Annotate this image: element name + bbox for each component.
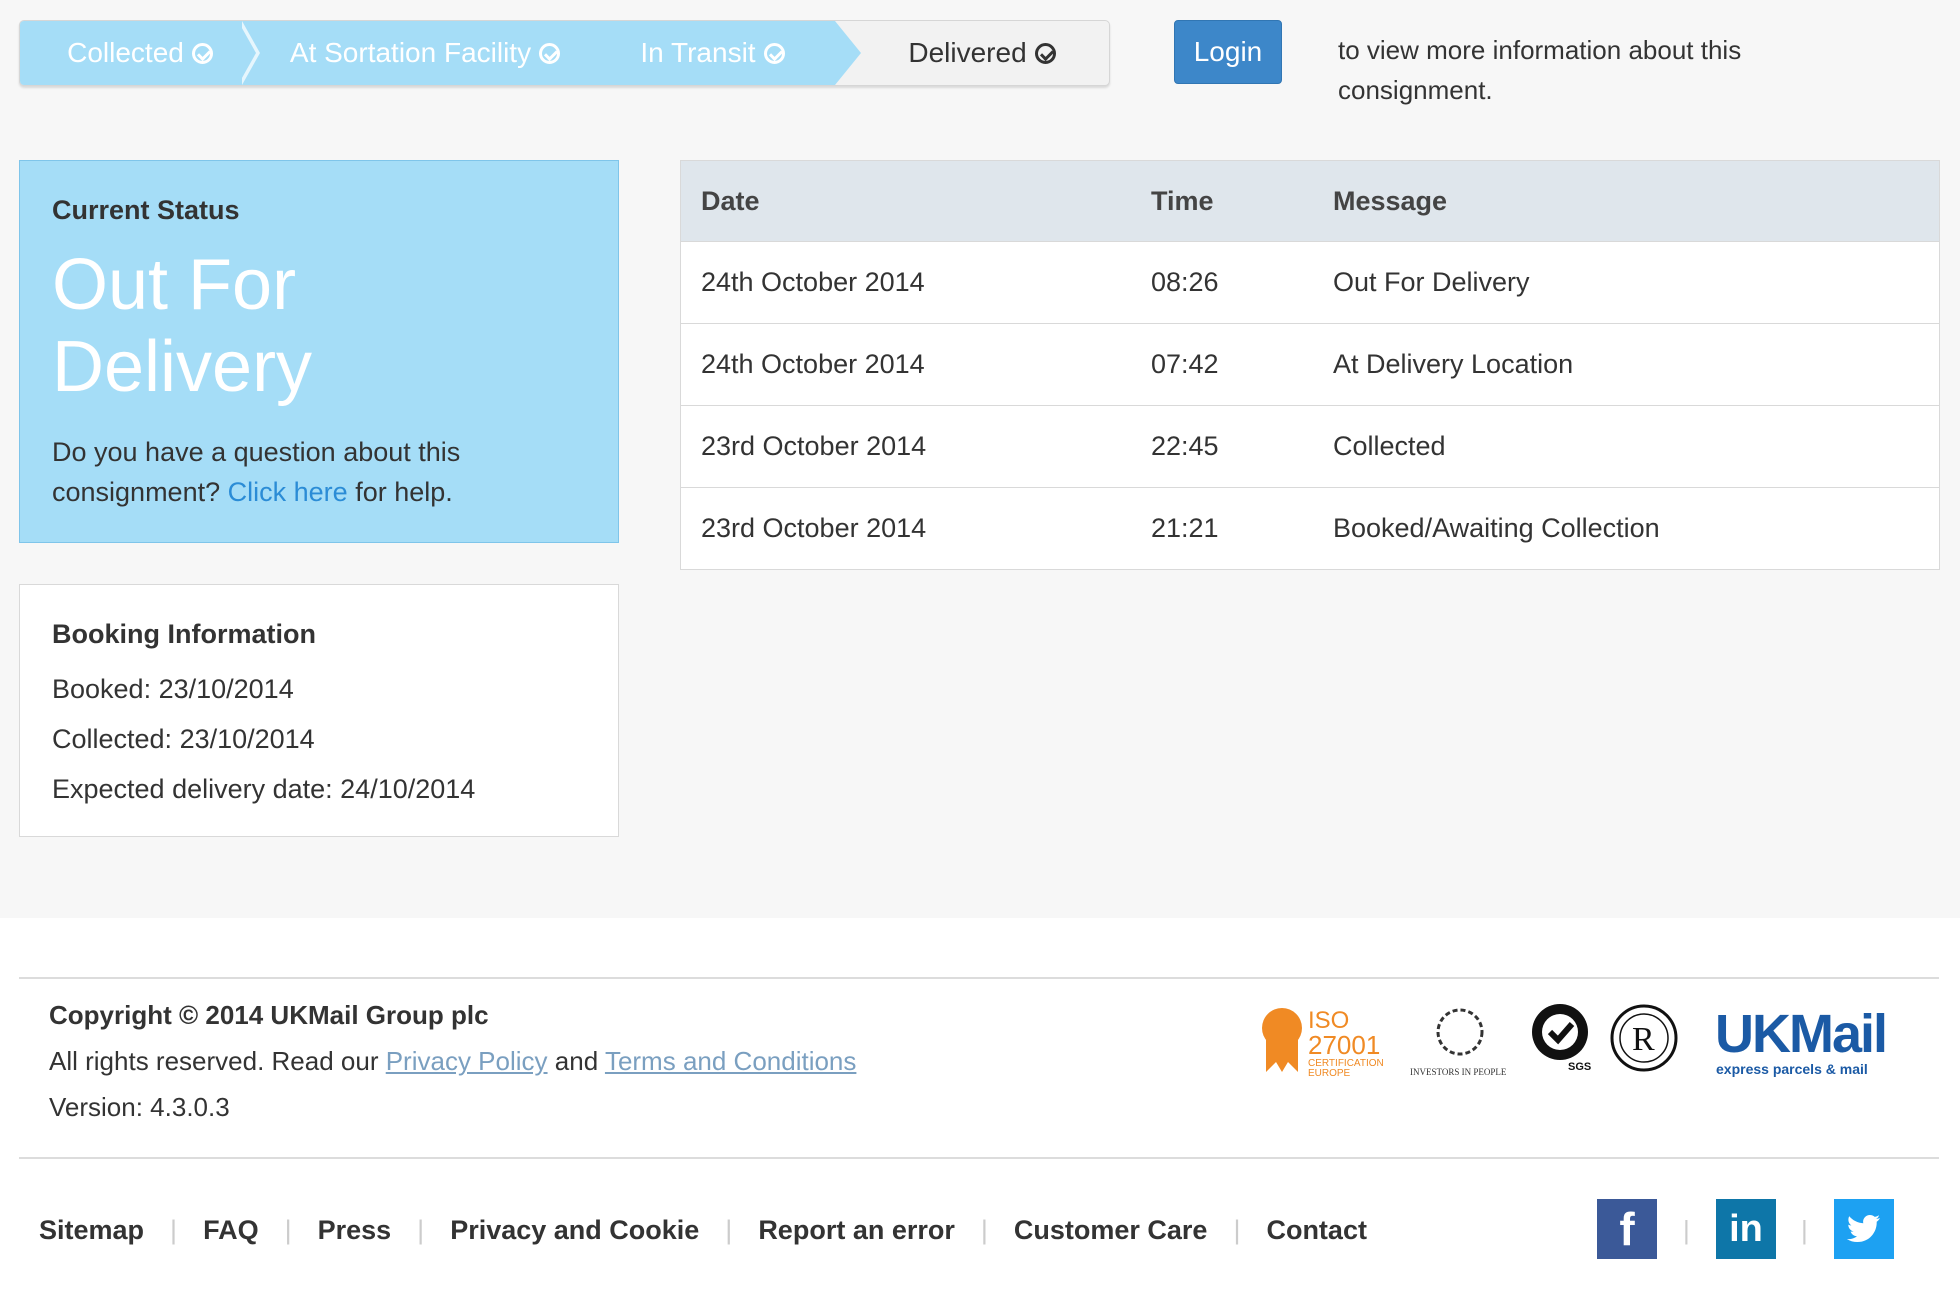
check-circle-icon — [191, 42, 213, 64]
row-time: 21:21 — [1131, 487, 1313, 569]
check-circle-icon — [763, 42, 785, 64]
step-at-sortation-facility: At Sortation Facility — [260, 21, 590, 85]
footer-link-faq[interactable]: FAQ — [203, 1215, 259, 1246]
row-date: 23rd October 2014 — [681, 487, 1131, 569]
row-message: Out For Delivery — [1313, 241, 1939, 324]
booking-title: Booking Information — [52, 619, 316, 649]
tracking-history-table: Date Time Message 24th October 2014 08:2… — [680, 160, 1940, 570]
help-link[interactable]: Click here — [228, 477, 348, 507]
step-divider — [835, 21, 861, 85]
svg-text:INVESTORS IN PEOPLE: INVESTORS IN PEOPLE — [1410, 1067, 1507, 1077]
footer-link-contact[interactable]: Contact — [1266, 1215, 1367, 1246]
table-row: 23rd October 2014 21:21 Booked/Awaiting … — [681, 487, 1939, 569]
row-time: 07:42 — [1131, 323, 1313, 406]
step-label: Collected — [67, 37, 184, 68]
footer-link-privacy-and-cookie[interactable]: Privacy and Cookie — [450, 1215, 699, 1246]
footer-link-customer-care[interactable]: Customer Care — [1014, 1215, 1208, 1246]
footer-divider — [19, 1157, 1939, 1159]
booking-information-panel: Booking Information Booked: 23/10/2014 C… — [19, 584, 619, 837]
linkedin-icon[interactable]: in — [1716, 1199, 1776, 1259]
booked-date: Booked: 23/10/2014 — [52, 674, 294, 704]
svg-text:SGS: SGS — [1568, 1061, 1591, 1073]
svg-text:UKMail: UKMail — [1715, 1004, 1886, 1064]
copyright: Copyright © 2014 UKMail Group plc — [49, 1000, 489, 1030]
step-in-transit: In Transit — [590, 21, 835, 85]
rights-text: All rights reserved. Read our Privacy Po… — [49, 1046, 856, 1077]
investors-in-people-logo: INVESTORS IN PEOPLE — [1410, 1008, 1507, 1077]
row-date: 24th October 2014 — [681, 241, 1131, 324]
header-date: Date — [681, 161, 1131, 242]
step-divider — [238, 21, 256, 85]
nav-separator: | — [980, 1214, 988, 1245]
progress-tracker: Collected At Sortation Facility In Trans… — [19, 20, 1110, 86]
footer-divider — [19, 977, 1939, 979]
row-message: At Delivery Location — [1313, 323, 1939, 406]
status-help: Do you have a question about this consig… — [52, 432, 586, 512]
table-row: 24th October 2014 08:26 Out For Delivery — [681, 241, 1939, 324]
svg-text:EUROPE: EUROPE — [1308, 1068, 1351, 1079]
expected-delivery-date: Expected delivery date: 24/10/2014 — [52, 774, 476, 804]
rights-prefix: All rights reserved. Read our — [49, 1046, 379, 1076]
facebook-icon[interactable]: f — [1597, 1199, 1657, 1259]
footer-link-sitemap[interactable]: Sitemap — [39, 1215, 144, 1246]
table-row: 24th October 2014 07:42 At Delivery Loca… — [681, 323, 1939, 406]
header-message: Message — [1313, 161, 1939, 242]
row-message: Booked/Awaiting Collection — [1313, 487, 1939, 569]
header-time: Time — [1131, 161, 1313, 242]
privacy-policy-link[interactable]: Privacy Policy — [386, 1046, 548, 1076]
table-header-row: Date Time Message — [681, 161, 1939, 242]
nav-separator: | — [725, 1214, 733, 1245]
row-message: Collected — [1313, 405, 1939, 488]
help-text-suffix: for help. — [355, 477, 453, 507]
sgs-logo: SGS — [1532, 1004, 1591, 1073]
current-status-panel: Current Status Out For Delivery Do you h… — [19, 160, 619, 543]
rights-and: and — [554, 1046, 599, 1076]
ukmail-logo: UKMail express parcels & mail — [1715, 1004, 1888, 1077]
twitter-bird-icon — [1847, 1215, 1880, 1242]
nav-separator: | — [170, 1214, 178, 1245]
status-value: Out For Delivery — [52, 245, 313, 407]
svg-text:R: R — [1632, 1021, 1655, 1058]
accreditation-logos: ISO 27001 CERTIFICATION EUROPE INVESTORS… — [1262, 1004, 1888, 1079]
collected-date: Collected: 23/10/2014 — [52, 724, 315, 754]
login-note: to view more information about this cons… — [1338, 35, 1742, 105]
row-time: 22:45 — [1131, 405, 1313, 488]
nav-separator: | — [284, 1214, 292, 1245]
status-label: Current Status — [52, 195, 240, 225]
step-collected: Collected — [20, 21, 260, 85]
step-label: At Sortation Facility — [289, 37, 532, 68]
version: Version: 4.3.0.3 — [49, 1092, 230, 1122]
nav-separator: | — [1233, 1214, 1241, 1245]
social-separator: | — [1683, 1215, 1690, 1245]
check-circle-icon — [539, 42, 561, 64]
r-certification-logo: R — [1610, 1004, 1678, 1072]
row-date: 23rd October 2014 — [681, 405, 1131, 488]
svg-text:express parcels & mail: express parcels & mail — [1716, 1061, 1868, 1077]
twitter-icon[interactable] — [1834, 1199, 1894, 1259]
login-button[interactable]: Login — [1174, 20, 1282, 84]
social-separator: | — [1801, 1215, 1808, 1245]
footer-nav: Sitemap | FAQ | Press | Privacy and Cook… — [39, 1210, 1367, 1250]
check-circle-icon — [1034, 42, 1056, 64]
nav-separator: | — [417, 1214, 425, 1245]
footer-link-press[interactable]: Press — [318, 1215, 392, 1246]
step-label: Delivered — [908, 37, 1027, 68]
row-date: 24th October 2014 — [681, 323, 1131, 406]
svg-text:27001: 27001 — [1308, 1030, 1380, 1060]
table-row: 23rd October 2014 22:45 Collected — [681, 405, 1939, 488]
step-label: In Transit — [640, 37, 756, 68]
terms-and-conditions-link[interactable]: Terms and Conditions — [605, 1046, 856, 1076]
footer-link-report-an-error[interactable]: Report an error — [758, 1215, 955, 1246]
step-delivered: Delivered — [862, 21, 1102, 85]
row-time: 08:26 — [1131, 241, 1313, 324]
iso-27001-logo: ISO 27001 CERTIFICATION EUROPE — [1262, 1007, 1384, 1079]
